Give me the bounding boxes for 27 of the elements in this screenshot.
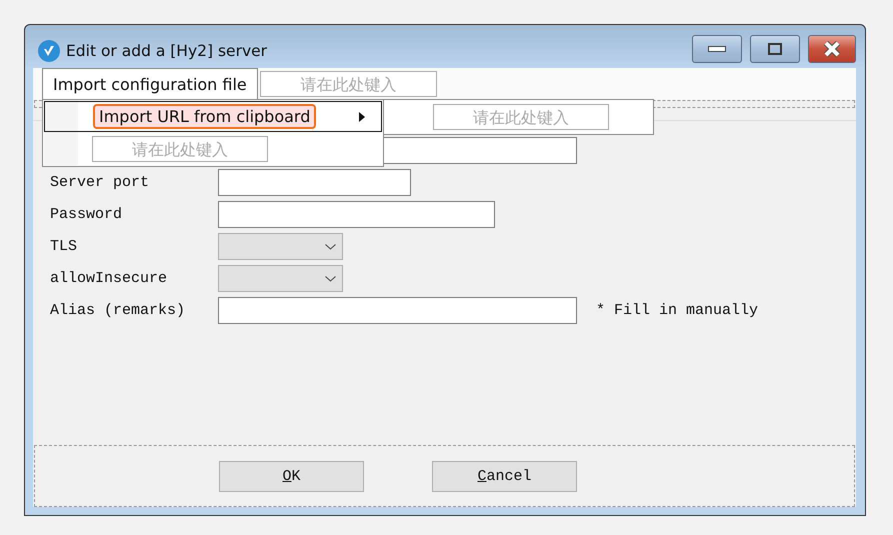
field-label: Password xyxy=(50,206,124,223)
dialog-button[interactable]: OK xyxy=(219,460,364,492)
menu-item[interactable]: Import configuration file xyxy=(42,68,258,100)
minimize-icon xyxy=(708,46,726,52)
text-field[interactable] xyxy=(218,169,411,196)
text-field[interactable] xyxy=(218,297,577,324)
field-label: allowInsecure xyxy=(50,270,168,287)
chevron-down-icon xyxy=(325,276,336,282)
menu-item[interactable]: Import URL from clipboard xyxy=(44,101,382,132)
maximize-button[interactable] xyxy=(750,34,800,62)
app-logo-icon xyxy=(38,40,60,62)
window-title: Edit or add a [Hy2] server xyxy=(66,40,268,60)
text-field[interactable] xyxy=(218,201,495,228)
dialog-button[interactable]: Cancel xyxy=(432,460,577,492)
chevron-down-icon xyxy=(325,244,336,250)
minimize-button[interactable] xyxy=(692,34,742,62)
close-icon xyxy=(823,40,841,56)
menu-item-label: Import URL from clipboard xyxy=(93,104,316,129)
maximize-icon xyxy=(768,42,782,54)
menu-entry-field[interactable]: 请在此处键入 xyxy=(92,136,268,162)
menu-entry-field[interactable]: 请在此处键入 xyxy=(433,104,609,130)
close-button[interactable] xyxy=(808,34,856,62)
field-label: Alias (remarks) xyxy=(50,302,186,319)
field-label: TLS xyxy=(50,238,78,255)
field-note: * Fill in manually xyxy=(596,302,758,319)
field-label: Server port xyxy=(50,174,150,191)
menu-entry-field[interactable]: 请在此处键入 xyxy=(260,71,437,97)
